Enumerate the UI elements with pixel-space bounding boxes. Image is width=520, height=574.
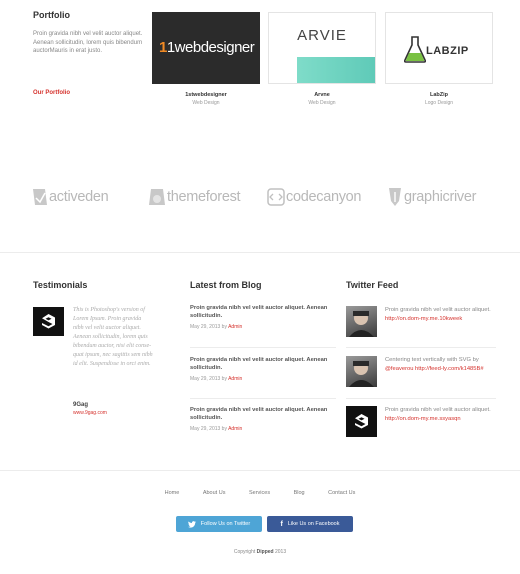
portfolio-thumb-labzip[interactable]: LABZIP <box>385 12 493 84</box>
tweet-divider <box>346 398 496 399</box>
tweet-divider <box>346 347 496 348</box>
tweet: Centering text vertically with SVG by @f… <box>346 356 496 396</box>
thumb-logo-labzip: LABZIP <box>426 45 469 57</box>
codecanyon-icon <box>267 188 285 206</box>
person-photo-icon <box>349 311 374 337</box>
portfolio-item-category: Web Design <box>192 100 220 106</box>
portfolio-item-category: Logo Design <box>424 100 454 106</box>
blog-post-meta: May 29, 2013 by Admin <box>190 375 243 382</box>
copyright: Copyright Dipped 2013 <box>233 549 287 555</box>
footer-nav-blog[interactable]: Blog <box>294 490 305 496</box>
thumb-logo-1stwebdesigner: 11webdesigner <box>159 39 255 56</box>
our-portfolio-link[interactable]: Our Portfolio <box>33 90 70 96</box>
footer-nav-about[interactable]: About Us <box>203 490 226 496</box>
thumb-teal-block <box>297 57 375 83</box>
like-facebook-button[interactable]: f Like Us on Facebook <box>267 516 353 532</box>
blog-post-author[interactable]: Admin <box>228 324 242 330</box>
thumb-logo-arvie: ARVIE <box>297 27 347 44</box>
testimonial-avatar <box>33 307 64 336</box>
testimonial-author-link[interactable]: www.9gag.com <box>73 410 107 416</box>
blog-post-title[interactable]: Proin gravida nibh vel velit auctor aliq… <box>190 304 336 321</box>
blog-title: Latest from Blog <box>190 280 262 290</box>
portfolio-intro: Proin gravida nibh vel velit auctor aliq… <box>33 31 143 55</box>
testimonials-title: Testimonials <box>33 280 88 290</box>
follow-twitter-button[interactable]: Follow Us on Twitter <box>176 516 262 532</box>
tweet-avatar[interactable] <box>346 306 377 337</box>
brand-activeden[interactable]: activeden <box>32 182 109 212</box>
portfolio-thumb-arvne[interactable]: ARVIE <box>268 12 376 84</box>
blog-post-meta: May 29, 2013 by Admin <box>190 425 243 432</box>
tweet-link[interactable]: http://on.dom-my.me.10kweek <box>385 316 462 322</box>
blog-post-author[interactable]: Admin <box>228 426 242 432</box>
flask-icon <box>404 36 426 63</box>
person-photo-icon <box>349 361 374 387</box>
blog-post[interactable]: Proin gravida nibh vel velit auctor aliq… <box>190 406 336 432</box>
brand-codecanyon[interactable]: codecanyon <box>267 182 362 212</box>
9gag-logo-icon <box>355 414 368 429</box>
tweet-text: Proin gravida nibh vel velit auctor aliq… <box>385 307 491 322</box>
testimonial-quote: This is Photoshop's version of Lorem Ips… <box>73 307 153 367</box>
portfolio-item-title[interactable]: Arvne <box>268 92 376 98</box>
blog-divider <box>190 398 336 399</box>
tweet-avatar[interactable] <box>346 406 377 437</box>
footer-nav-contact[interactable]: Contact Us <box>328 490 355 496</box>
testimonial-author: 9Gag <box>73 402 89 408</box>
tweet-avatar[interactable] <box>346 356 377 387</box>
portfolio-item-title[interactable]: LabZip <box>385 92 493 98</box>
portfolio-item-title[interactable]: 1stwebdesigner <box>152 92 260 98</box>
portfolio-item-category: Web Design <box>308 100 336 106</box>
tweet-link[interactable]: @feaverou http://feed-ly.com/k1485B# <box>385 366 484 372</box>
footer-divider <box>0 470 520 471</box>
footer-nav-services[interactable]: Services <box>249 490 270 496</box>
tweet-link[interactable]: http://on.dom-my.me.ssyasqn <box>385 416 461 422</box>
blog-post-meta: May 29, 2013 by Admin <box>190 323 243 330</box>
twitter-bird-icon <box>187 520 196 528</box>
blog-divider <box>190 347 336 348</box>
activeden-icon <box>33 189 47 205</box>
graphicriver-icon <box>389 188 401 206</box>
blog-post-title[interactable]: Proin gravida nibh vel velit auctor aliq… <box>190 406 336 423</box>
portfolio-thumb-1stwebdesigner[interactable]: 11webdesigner <box>152 12 260 84</box>
tweet-text: Centering text vertically with SVG by @f… <box>385 357 484 372</box>
facebook-f-icon: f <box>280 520 283 528</box>
footer-nav-home[interactable]: Home <box>165 490 180 496</box>
footer-nav: Home About Us Services Blog Contact Us <box>0 490 520 496</box>
blog-post[interactable]: Proin gravida nibh vel velit auctor aliq… <box>190 304 336 330</box>
blog-post[interactable]: Proin gravida nibh vel velit auctor aliq… <box>190 356 336 382</box>
9gag-logo-icon <box>42 314 55 329</box>
tweet: Proin gravida nibh vel velit auctor aliq… <box>346 306 496 346</box>
tweet: Proin gravida nibh vel velit auctor aliq… <box>346 406 496 446</box>
tweet-text: Proin gravida nibh vel velit auctor aliq… <box>385 407 491 422</box>
brand-themeforest[interactable]: themeforest <box>148 182 241 212</box>
blog-post-author[interactable]: Admin <box>228 376 242 382</box>
themeforest-icon <box>149 189 165 205</box>
twitter-title: Twitter Feed <box>346 280 399 290</box>
blog-post-title[interactable]: Proin gravida nibh vel velit auctor aliq… <box>190 356 336 373</box>
portfolio-title: Portfolio <box>33 10 70 20</box>
section-divider <box>0 252 520 253</box>
brand-graphicriver[interactable]: graphicriver <box>387 182 476 212</box>
